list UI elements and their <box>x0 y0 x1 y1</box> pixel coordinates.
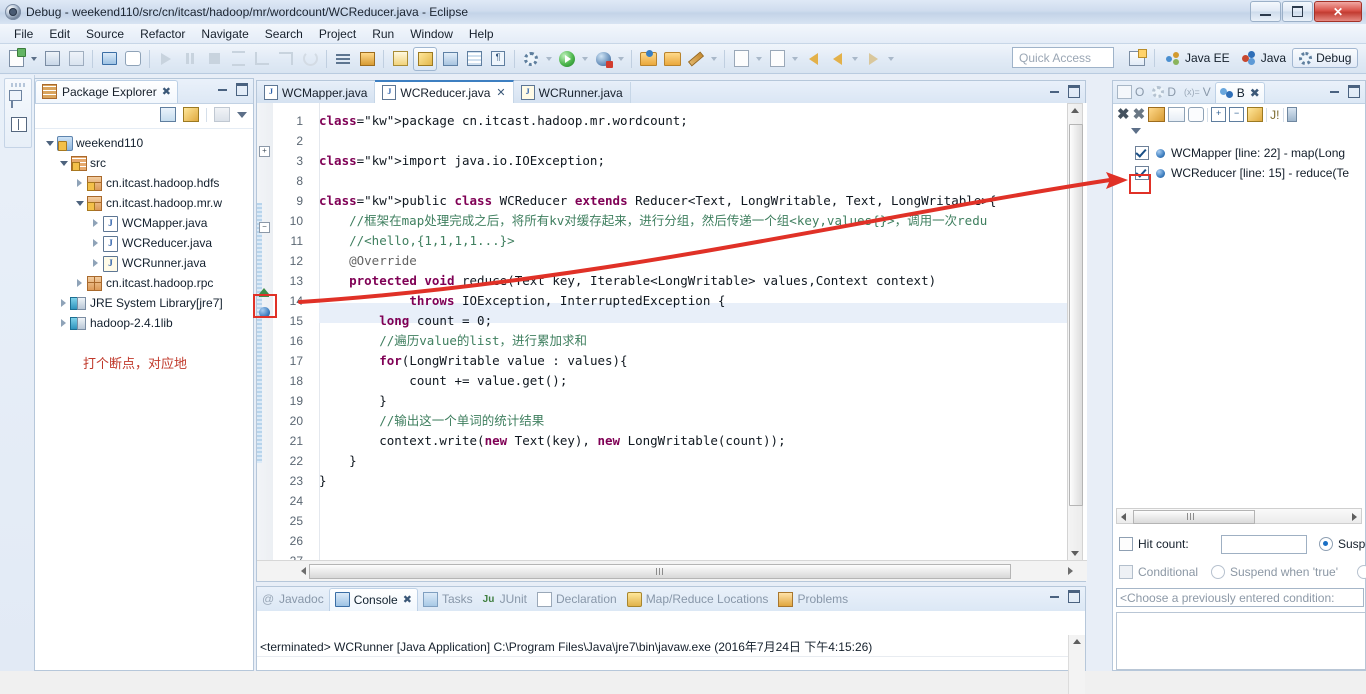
annotation-box-breakpoint-checkbox <box>1129 174 1151 194</box>
annotation-arrow-line <box>298 178 1112 304</box>
annotation-box-breakpoint-gutter <box>253 294 277 318</box>
eclipse-window: Debug - weekend110/src/cn/itcast/hadoop/… <box>0 0 1366 694</box>
annotation-overlay <box>298 172 1128 304</box>
